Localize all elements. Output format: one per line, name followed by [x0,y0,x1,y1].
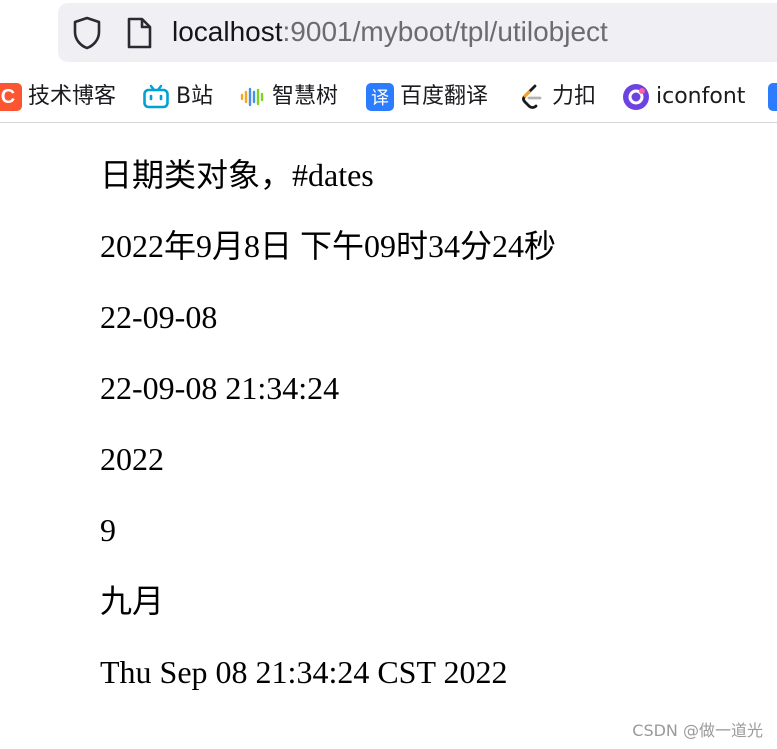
url-host: localhost [172,16,283,47]
iconfont-icon [622,83,650,111]
csdn-c-icon: C [0,83,22,111]
date-full-chinese: 2022年9月8日 下午09时34分24秒 [100,228,557,264]
date-month: 9 [100,512,116,548]
shield-icon[interactable] [71,16,103,50]
dates-heading: 日期类对象，#dates [100,157,374,193]
bookmark-baidu-translate[interactable]: 译 百度翻译 [366,75,488,119]
date-month-name: 九月 [100,583,165,619]
url-text[interactable]: localhost:9001/myboot/tpl/utilobject [172,12,608,52]
bookmark-label: iconfont [656,84,746,109]
browser-toolbar: localhost:9001/myboot/tpl/utilobject C 技… [0,0,777,123]
leetcode-icon [518,83,546,111]
url-path: :9001/myboot/tpl/utilobject [282,16,608,47]
date-short: 22-09-08 [100,299,218,335]
bookmark-label: B站 [176,84,214,109]
bookmark-label: 技术博客 [28,84,117,109]
bookmark-label: 力扣 [552,84,597,109]
bookmark-label: 百度翻译 [400,84,489,109]
bookmark-iconfont[interactable]: iconfont [622,75,745,119]
bookmark-partial-icon [768,83,777,111]
bookmark-leetcode[interactable]: 力扣 [518,75,596,119]
page-icon [127,17,152,49]
bookmark-zhihuishu[interactable]: 智慧树 [238,75,338,119]
soundwave-icon [238,83,266,111]
bookmark-tech-blog[interactable]: C 技术博客 [0,75,116,119]
bookmarks-bar: C 技术博客 B站 智慧树 译 百度翻译 力扣 iconfont [0,75,777,119]
bookmark-bilibili[interactable]: B站 [142,75,213,119]
bookmark-label: 智慧树 [272,84,339,109]
date-year: 2022 [100,441,164,477]
translate-icon: 译 [366,83,394,111]
bookmark-overflow[interactable] [768,75,777,119]
watermark: CSDN @做一道光 [632,721,763,740]
date-tostring: Thu Sep 08 21:34:24 CST 2022 [100,654,508,690]
date-time-short: 22-09-08 21:34:24 [100,370,340,406]
bilibili-tv-icon [142,83,170,111]
